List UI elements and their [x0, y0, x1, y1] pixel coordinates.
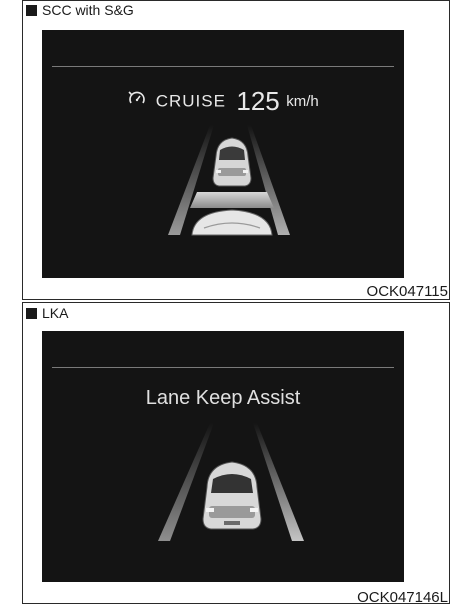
- scc-title-text: SCC with S&G: [42, 2, 134, 18]
- square-bullet-icon: [26, 4, 37, 16]
- square-bullet-icon: [26, 307, 37, 319]
- lka-title-text: LKA: [42, 305, 69, 321]
- lead-vehicle-icon: [212, 137, 252, 187]
- lka-section-title: LKA: [26, 305, 68, 321]
- lka-figure-code: OCK047146L: [357, 589, 448, 606]
- lka-lane-scene: [158, 423, 304, 541]
- own-vehicle-icon: [191, 209, 273, 236]
- scc-lane-scene: [168, 125, 290, 236]
- lka-cluster-display: Lane Keep Assist: [42, 331, 404, 582]
- scc-figure-code: OCK047115: [366, 283, 448, 300]
- scc-section-title: SCC with S&G: [26, 2, 134, 18]
- following-distance-bar: [190, 192, 274, 208]
- vehicle-icon: [202, 461, 262, 530]
- scc-cluster-display: CRUISE 125 km/h: [42, 30, 404, 278]
